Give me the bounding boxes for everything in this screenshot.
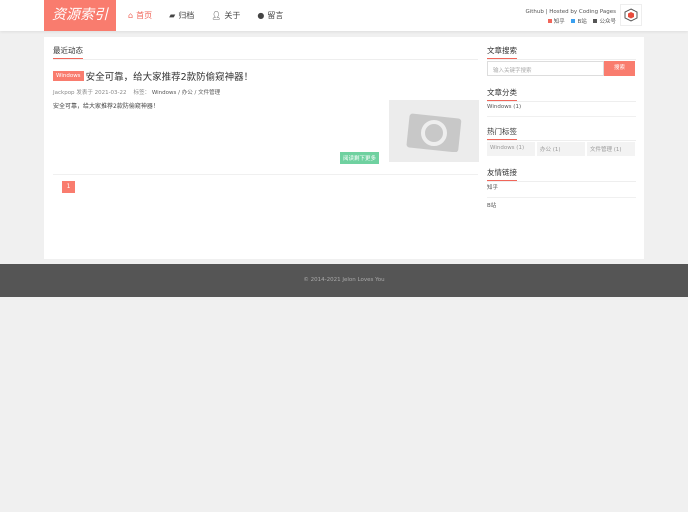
nav-home[interactable]: ⌂ 首页 xyxy=(128,10,152,21)
search-input[interactable]: 输入关键字搜索 xyxy=(487,61,604,76)
nav-message[interactable]: ● 留言 xyxy=(257,10,283,21)
tag-office[interactable]: 办公 (1) xyxy=(537,142,585,156)
tag-cloud: Windows (1) 办公 (1) 文件管理 (1) xyxy=(487,142,635,156)
link-wechat[interactable]: 公众号 xyxy=(599,19,616,25)
zhihu-icon xyxy=(547,19,552,23)
footer: © 2014-2021 Jelon Loves You xyxy=(0,264,688,297)
home-icon: ⌂ xyxy=(128,11,134,20)
post-category-tag[interactable]: Windows xyxy=(53,71,84,81)
main-nav: ⌂ 首页 ▰ 归档 👤︎ 关于 ● 留言 xyxy=(128,10,283,21)
link-zhihu-sidebar[interactable]: 知乎 xyxy=(487,183,636,198)
tags-title: 热门标签 xyxy=(487,126,636,141)
post-thumbnail[interactable] xyxy=(389,100,479,162)
category-windows[interactable]: Windows (1) xyxy=(487,104,636,117)
nav-label: 留言 xyxy=(267,11,284,20)
links-title: 友情链接 xyxy=(487,167,636,182)
read-more-button[interactable]: 阅读剩下更多 xyxy=(340,152,380,164)
tag-file-management[interactable]: 文件管理 (1) xyxy=(587,142,635,156)
content-area: 最近动态 Windows 安全可靠，给大家推荐2款防偷窥神器！ Jackpop … xyxy=(44,37,644,259)
nav-label: 首页 xyxy=(136,11,153,20)
nav-label: 关于 xyxy=(224,11,241,20)
post-tags[interactable]: Windows / 办公 / 文件管理 xyxy=(152,90,220,96)
search-button[interactable]: 搜索 xyxy=(604,61,635,76)
section-title: 最近动态 xyxy=(53,45,478,60)
hosted-by[interactable]: Github | Hosted by Coding Pages xyxy=(525,7,616,17)
post-title[interactable]: 安全可靠，给大家推荐2款防偷窥神器！ xyxy=(86,69,254,83)
cube-logo-icon xyxy=(624,8,638,22)
divider xyxy=(53,174,478,175)
post-excerpt: 安全可靠，给大家推荐2款防偷窥神器！ xyxy=(53,103,159,110)
image-placeholder-icon xyxy=(406,113,462,152)
post-date: 2021-03-22 xyxy=(94,90,127,96)
folder-icon: ▰ xyxy=(169,11,176,20)
bilibili-icon xyxy=(571,19,576,23)
categories-title: 文章分类 xyxy=(487,87,636,102)
user-icon: 👤︎ xyxy=(211,11,222,20)
avatar[interactable] xyxy=(620,4,642,26)
post-author: Jackpop xyxy=(53,90,75,96)
site-logo[interactable]: 资源索引 xyxy=(44,0,116,31)
nav-archive[interactable]: ▰ 归档 xyxy=(169,10,194,21)
nav-label: 归档 xyxy=(178,11,195,20)
wechat-icon xyxy=(593,19,598,23)
nav-about[interactable]: 👤︎ 关于 xyxy=(211,10,240,21)
header: 资源索引 ⌂ 首页 ▰ 归档 👤︎ 关于 ● 留言 Github | Hosted by… xyxy=(0,0,688,31)
link-bilibili-sidebar[interactable]: B站 xyxy=(487,201,496,209)
header-links: Github | Hosted by Coding Pages 知乎 B站 公众… xyxy=(525,7,616,27)
comment-icon: ● xyxy=(257,11,265,20)
search-title: 文章搜索 xyxy=(487,45,636,60)
link-zhihu[interactable]: 知乎 xyxy=(554,19,565,25)
post-meta: Jackpop 发表于 2021-03-22 标签： Windows / 办公 … xyxy=(53,90,221,96)
page-1-button[interactable]: 1 xyxy=(62,181,75,193)
link-bilibili[interactable]: B站 xyxy=(577,19,586,25)
tag-windows[interactable]: Windows (1) xyxy=(487,142,535,156)
